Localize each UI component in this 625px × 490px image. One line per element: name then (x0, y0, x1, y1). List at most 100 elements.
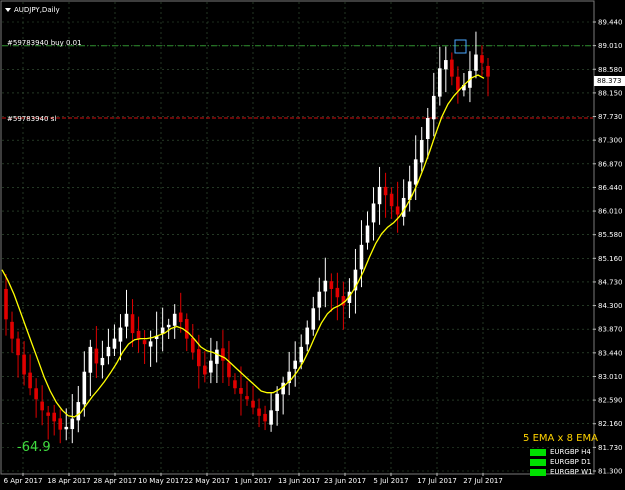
candle[interactable] (160, 307, 165, 352)
candle[interactable] (329, 273, 334, 312)
y-tick-label: 84.300 (598, 302, 623, 310)
status-box (530, 448, 546, 456)
candle[interactable] (287, 351, 291, 396)
candle-body (377, 186, 382, 205)
candle[interactable] (136, 316, 141, 353)
candle-body (257, 408, 261, 416)
price-chart[interactable]: 89.440 89.010 88.580 88.150 87.730 87.300 86.8… (0, 0, 625, 490)
candle[interactable] (383, 172, 388, 218)
candle[interactable] (94, 326, 99, 379)
candle[interactable] (401, 179, 406, 226)
candle[interactable] (395, 181, 400, 233)
candle[interactable] (148, 330, 153, 367)
candle[interactable] (456, 66, 460, 104)
candle[interactable] (58, 409, 63, 444)
candle[interactable] (419, 127, 424, 172)
current-price-tag: 88.373 (594, 75, 625, 86)
candle[interactable] (70, 394, 75, 444)
time-axis[interactable]: 6 Apr 2017 18 Apr 2017 28 Apr 2017 10 May 2… (4, 473, 503, 485)
dropdown-triangle-icon[interactable] (5, 8, 11, 12)
candle-body (281, 382, 285, 395)
candle[interactable] (40, 385, 44, 426)
candle-body (10, 321, 14, 339)
candle[interactable] (450, 52, 454, 86)
candle[interactable] (178, 292, 183, 333)
ema-line (1, 74, 485, 418)
candle[interactable] (76, 385, 81, 433)
candle-body (142, 340, 147, 345)
x-tick-label: 5 Jul 2017 (373, 477, 408, 485)
candle-body (395, 206, 400, 215)
candle[interactable] (480, 45, 484, 76)
candle[interactable] (293, 341, 297, 387)
candle[interactable] (190, 324, 195, 360)
candle[interactable] (425, 107, 430, 159)
candle[interactable] (257, 398, 261, 428)
y-tick-label: 89.440 (598, 19, 623, 27)
candle[interactable] (245, 381, 249, 406)
candle-body (221, 348, 225, 361)
candle[interactable] (468, 51, 472, 103)
candle[interactable] (88, 339, 93, 397)
candle[interactable] (275, 386, 279, 426)
candle-body (227, 362, 231, 378)
candle[interactable] (16, 331, 20, 378)
candle[interactable] (335, 272, 340, 321)
candle[interactable] (269, 392, 273, 432)
order-lines[interactable] (2, 45, 593, 119)
candle[interactable] (106, 328, 111, 365)
candle-body (335, 287, 340, 298)
panel-row-label: EURGBP D1 (550, 458, 591, 466)
candle[interactable] (263, 405, 267, 431)
candle[interactable] (353, 248, 358, 314)
chart-title[interactable]: AUDJPY,Daily (5, 4, 60, 16)
candle[interactable] (10, 311, 14, 353)
candle[interactable] (28, 354, 32, 396)
candle-body (34, 388, 38, 400)
candle[interactable] (438, 46, 442, 106)
y-tick-label: 87.300 (598, 137, 623, 145)
y-tick-label: 82.160 (598, 420, 623, 428)
x-tick-label: 18 Apr 2017 (47, 477, 90, 485)
candle[interactable] (203, 351, 207, 383)
candle[interactable] (407, 165, 412, 212)
candle[interactable] (323, 257, 328, 308)
candle-body (94, 348, 99, 364)
candle[interactable] (4, 273, 8, 336)
candles[interactable] (4, 31, 490, 444)
candle[interactable] (46, 405, 50, 440)
candle-body (311, 308, 316, 330)
candle[interactable] (431, 72, 436, 137)
candle[interactable] (317, 277, 322, 321)
candle[interactable] (371, 187, 376, 241)
candle[interactable] (486, 57, 490, 97)
candle[interactable] (305, 320, 310, 352)
candle-body (444, 60, 448, 70)
candle[interactable] (251, 385, 255, 415)
candle-body (166, 324, 171, 328)
chart-window[interactable]: 89.440 89.010 88.580 88.150 87.730 87.300 86.8… (0, 0, 625, 490)
candle[interactable] (444, 46, 448, 93)
candle[interactable] (377, 166, 382, 225)
candle[interactable] (365, 211, 370, 250)
buy-entry-marker[interactable] (454, 39, 467, 54)
candle[interactable] (389, 187, 394, 219)
candle-body (323, 280, 328, 292)
candle[interactable] (311, 296, 316, 336)
candle-body (425, 117, 430, 139)
candle[interactable] (34, 378, 38, 418)
candle-body (178, 312, 183, 323)
candle[interactable] (172, 304, 177, 339)
candle[interactable] (474, 31, 478, 79)
candle[interactable] (52, 404, 56, 436)
price-axis[interactable]: 89.440 89.010 88.580 88.150 87.730 87.300 86.8… (593, 19, 623, 476)
plot-border (0, 0, 595, 475)
candle[interactable] (142, 330, 147, 364)
y-tick-label: 88.580 (598, 66, 623, 74)
candle[interactable] (100, 340, 105, 379)
panel-row: EURGBP D1 (530, 457, 603, 467)
x-tick-label: 22 May 2017 (184, 477, 230, 485)
candle[interactable] (124, 289, 129, 339)
candle[interactable] (281, 377, 285, 415)
candle-body (28, 372, 32, 389)
